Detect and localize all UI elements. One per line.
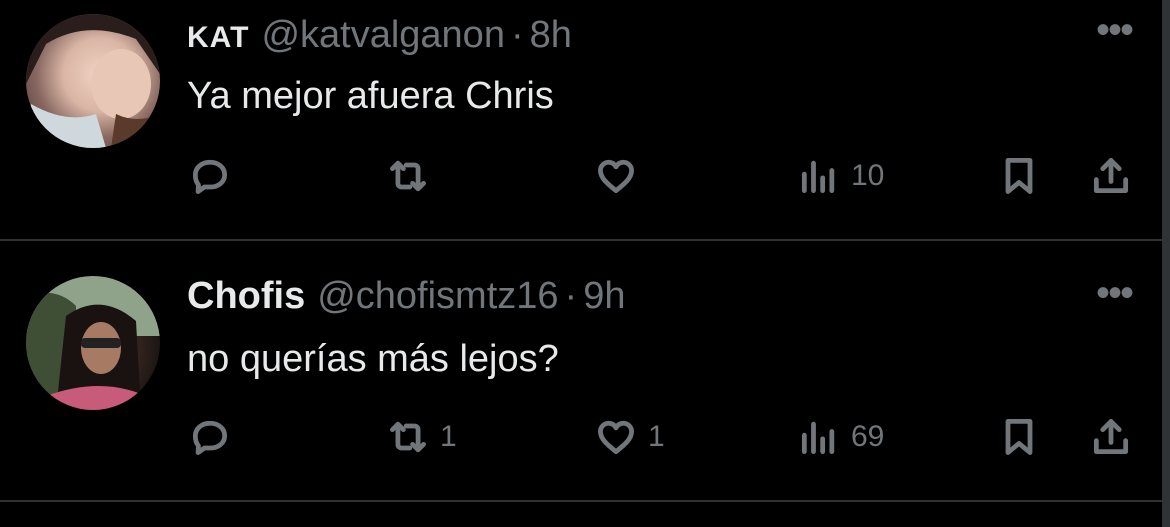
like-button[interactable]: 1 bbox=[594, 412, 665, 462]
heart-icon bbox=[598, 420, 634, 455]
views-button[interactable]: 10 bbox=[797, 151, 884, 201]
timestamp[interactable]: 8h bbox=[530, 14, 572, 57]
bookmark-icon bbox=[1005, 158, 1033, 194]
heart-icon bbox=[598, 159, 634, 194]
share-icon bbox=[1093, 158, 1129, 194]
retweet-icon bbox=[390, 160, 426, 192]
share-icon bbox=[1093, 419, 1129, 455]
handle[interactable]: @chofismtz16 bbox=[317, 275, 558, 318]
reply-icon bbox=[192, 420, 228, 455]
bookmark-icon bbox=[1005, 419, 1033, 455]
action-bar: 1 1 69 bbox=[0, 412, 1162, 462]
tweet-text: Ya mejor afuera Chris bbox=[187, 75, 554, 117]
retweet-icon bbox=[390, 421, 426, 453]
avatar[interactable] bbox=[26, 276, 160, 410]
tweet[interactable]: KAT @katvalganon · 8h ••• Ya mejor afuer… bbox=[0, 0, 1162, 240]
reply-button[interactable] bbox=[188, 151, 242, 201]
action-bar: 10 bbox=[0, 151, 1162, 201]
retweet-count: 1 bbox=[440, 420, 457, 453]
scrollbar[interactable] bbox=[1162, 0, 1170, 527]
handle[interactable]: @katvalganon bbox=[261, 14, 505, 57]
tweet-text: no querías más lejos? bbox=[187, 338, 559, 380]
tweet-header: KAT @katvalganon · 8h bbox=[187, 14, 572, 64]
share-button[interactable] bbox=[1089, 412, 1133, 462]
avatar-image bbox=[26, 14, 160, 148]
bookmark-button[interactable] bbox=[997, 151, 1041, 201]
display-name[interactable]: Chofis bbox=[187, 275, 305, 318]
share-button[interactable] bbox=[1089, 151, 1133, 201]
bookmark-button[interactable] bbox=[997, 412, 1041, 462]
avatar-image bbox=[26, 276, 160, 410]
views-count: 10 bbox=[851, 159, 885, 192]
retweet-button[interactable] bbox=[386, 151, 440, 201]
tweet-header: Chofis @chofismtz16 · 9h bbox=[187, 275, 625, 325]
views-button[interactable]: 69 bbox=[797, 412, 884, 462]
avatar[interactable] bbox=[26, 14, 160, 148]
more-icon[interactable]: ••• bbox=[1096, 10, 1134, 50]
retweet-button[interactable]: 1 bbox=[386, 412, 457, 462]
separator: · bbox=[564, 275, 578, 317]
separator: · bbox=[510, 14, 524, 56]
views-count: 69 bbox=[851, 420, 885, 453]
divider bbox=[0, 500, 1162, 502]
timestamp[interactable]: 9h bbox=[583, 275, 625, 318]
tweet[interactable]: Chofis @chofismtz16 · 9h ••• no querías … bbox=[0, 241, 1162, 501]
views-icon bbox=[801, 160, 835, 194]
like-count: 1 bbox=[648, 420, 665, 453]
display-name[interactable]: KAT bbox=[187, 21, 249, 55]
reply-icon bbox=[192, 159, 228, 194]
more-icon[interactable]: ••• bbox=[1096, 273, 1134, 313]
views-icon bbox=[801, 421, 835, 455]
reply-button[interactable] bbox=[188, 412, 242, 462]
like-button[interactable] bbox=[594, 151, 648, 201]
